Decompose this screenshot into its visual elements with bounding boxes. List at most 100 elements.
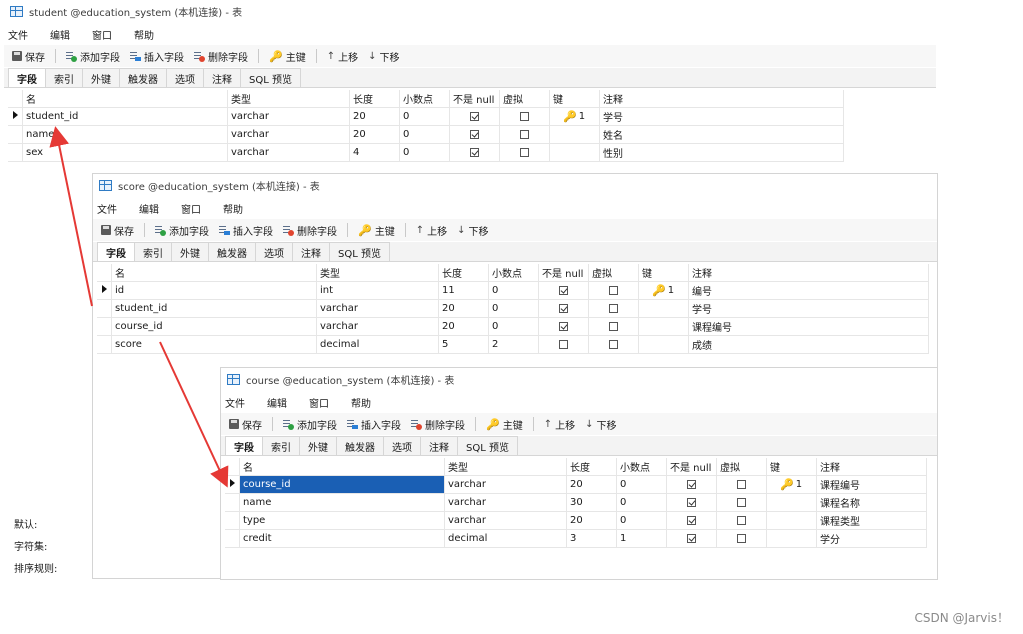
- primary-key-button[interactable]: 🔑 主键: [265, 47, 310, 65]
- tab-triggers[interactable]: 触发器: [208, 242, 256, 261]
- virtual-checkbox[interactable]: [737, 533, 746, 543]
- field-decimals-cell[interactable]: 2: [488, 335, 539, 354]
- field-length-cell[interactable]: 20: [566, 475, 617, 494]
- insert-field-button[interactable]: 插入字段: [126, 47, 188, 65]
- tab-comment[interactable]: 注释: [292, 242, 330, 261]
- key-cell[interactable]: 🔑 1: [638, 281, 689, 300]
- virtual-cell[interactable]: [588, 317, 639, 336]
- add-field-button[interactable]: 添加字段: [62, 47, 124, 65]
- field-decimals-cell[interactable]: 0: [399, 125, 450, 144]
- field-type-cell[interactable]: decimal: [444, 529, 567, 548]
- field-length-cell[interactable]: 30: [566, 493, 617, 512]
- virtual-checkbox[interactable]: [737, 497, 746, 507]
- move-down-button[interactable]: ↓ 下移: [364, 47, 403, 65]
- menu-window[interactable]: 窗口: [92, 27, 112, 42]
- field-decimals-cell[interactable]: 0: [399, 107, 450, 126]
- insert-field-button[interactable]: 插入字段: [215, 221, 277, 239]
- not-null-cell[interactable]: [666, 529, 717, 548]
- tab-fields[interactable]: 字段: [97, 242, 135, 261]
- menu-edit[interactable]: 编辑: [267, 395, 287, 410]
- virtual-checkbox[interactable]: [609, 303, 618, 313]
- key-cell[interactable]: [766, 511, 817, 530]
- tab-indexes[interactable]: 索引: [45, 68, 83, 87]
- field-comment-cell[interactable]: 姓名: [599, 125, 844, 144]
- field-comment-cell[interactable]: 性别: [599, 143, 844, 162]
- table-row[interactable]: course_id varchar 20 0 🔑 1 课程编号: [225, 475, 927, 494]
- virtual-checkbox[interactable]: [609, 339, 618, 349]
- column-header-name[interactable]: 名: [111, 264, 317, 282]
- menu-file[interactable]: 文件: [97, 201, 117, 216]
- field-decimals-cell[interactable]: 0: [616, 493, 667, 512]
- field-comment-cell[interactable]: 成绩: [688, 335, 929, 354]
- field-name-cell[interactable]: credit: [239, 529, 445, 548]
- tab-sql-preview[interactable]: SQL 预览: [329, 242, 390, 261]
- table-row[interactable]: sex varchar 4 0 性别: [8, 143, 844, 162]
- field-length-cell[interactable]: 3: [566, 529, 617, 548]
- window-title-bar[interactable]: student @education_system (本机连接) - 表: [4, 0, 936, 22]
- virtual-cell[interactable]: [588, 335, 639, 354]
- add-field-button[interactable]: 添加字段: [279, 415, 341, 433]
- menu-window[interactable]: 窗口: [181, 201, 201, 216]
- tab-indexes[interactable]: 索引: [262, 436, 300, 455]
- column-header-comment[interactable]: 注释: [816, 458, 927, 476]
- add-field-button[interactable]: 添加字段: [151, 221, 213, 239]
- field-decimals-cell[interactable]: 0: [488, 281, 539, 300]
- field-type-cell[interactable]: varchar: [227, 125, 350, 144]
- tab-sql-preview[interactable]: SQL 预览: [240, 68, 301, 87]
- column-header-name[interactable]: 名: [239, 458, 445, 476]
- tab-fields[interactable]: 字段: [225, 436, 263, 455]
- field-length-cell[interactable]: 20: [438, 299, 489, 318]
- field-comment-cell[interactable]: 课程编号: [688, 317, 929, 336]
- key-cell[interactable]: [638, 335, 689, 354]
- field-type-cell[interactable]: varchar: [316, 299, 439, 318]
- field-type-cell[interactable]: int: [316, 281, 439, 300]
- field-length-cell[interactable]: 20: [566, 511, 617, 530]
- column-header-comment[interactable]: 注释: [599, 90, 844, 108]
- menu-help[interactable]: 帮助: [134, 27, 154, 42]
- field-decimals-cell[interactable]: 1: [616, 529, 667, 548]
- field-name-cell[interactable]: course_id: [111, 317, 317, 336]
- not-null-cell[interactable]: [666, 493, 717, 512]
- field-decimals-cell[interactable]: 0: [616, 511, 667, 530]
- column-header-type[interactable]: 类型: [444, 458, 567, 476]
- not-null-checkbox[interactable]: [559, 303, 568, 313]
- menu-edit[interactable]: 编辑: [50, 27, 70, 42]
- column-header-not-null[interactable]: 不是 null: [538, 264, 589, 282]
- virtual-checkbox[interactable]: [520, 111, 529, 121]
- field-comment-cell[interactable]: 学号: [599, 107, 844, 126]
- field-comment-cell[interactable]: 课程编号: [816, 475, 927, 494]
- field-name-cell[interactable]: student_id: [111, 299, 317, 318]
- save-button[interactable]: 保存: [97, 221, 138, 239]
- not-null-checkbox[interactable]: [470, 129, 479, 139]
- virtual-cell[interactable]: [716, 529, 767, 548]
- field-comment-cell[interactable]: 学号: [688, 299, 929, 318]
- key-cell[interactable]: [638, 299, 689, 318]
- table-row[interactable]: type varchar 20 0 课程类型: [225, 511, 927, 530]
- menu-help[interactable]: 帮助: [351, 395, 371, 410]
- not-null-cell[interactable]: [538, 281, 589, 300]
- tab-indexes[interactable]: 索引: [134, 242, 172, 261]
- field-name-cell[interactable]: name: [22, 125, 228, 144]
- virtual-cell[interactable]: [499, 143, 550, 162]
- not-null-cell[interactable]: [538, 299, 589, 318]
- table-row[interactable]: name varchar 20 0 姓名: [8, 125, 844, 144]
- key-cell[interactable]: 🔑 1: [766, 475, 817, 494]
- field-type-cell[interactable]: varchar: [227, 107, 350, 126]
- primary-key-button[interactable]: 🔑 主键: [482, 415, 527, 433]
- tab-comment[interactable]: 注释: [203, 68, 241, 87]
- field-decimals-cell[interactable]: 0: [488, 299, 539, 318]
- not-null-cell[interactable]: [449, 125, 500, 144]
- table-row[interactable]: course_id varchar 20 0 课程编号: [97, 317, 929, 336]
- field-comment-cell[interactable]: 编号: [688, 281, 929, 300]
- table-row[interactable]: name varchar 30 0 课程名称: [225, 493, 927, 512]
- field-length-cell[interactable]: 20: [438, 317, 489, 336]
- tab-sql-preview[interactable]: SQL 预览: [457, 436, 518, 455]
- field-name-cell[interactable]: name: [239, 493, 445, 512]
- column-header-not-null[interactable]: 不是 null: [666, 458, 717, 476]
- column-header-key[interactable]: 键: [638, 264, 689, 282]
- virtual-checkbox[interactable]: [737, 479, 746, 489]
- not-null-checkbox[interactable]: [687, 497, 696, 507]
- column-header-virtual[interactable]: 虚拟: [499, 90, 550, 108]
- primary-key-button[interactable]: 🔑 主键: [354, 221, 399, 239]
- field-name-cell[interactable]: student_id: [22, 107, 228, 126]
